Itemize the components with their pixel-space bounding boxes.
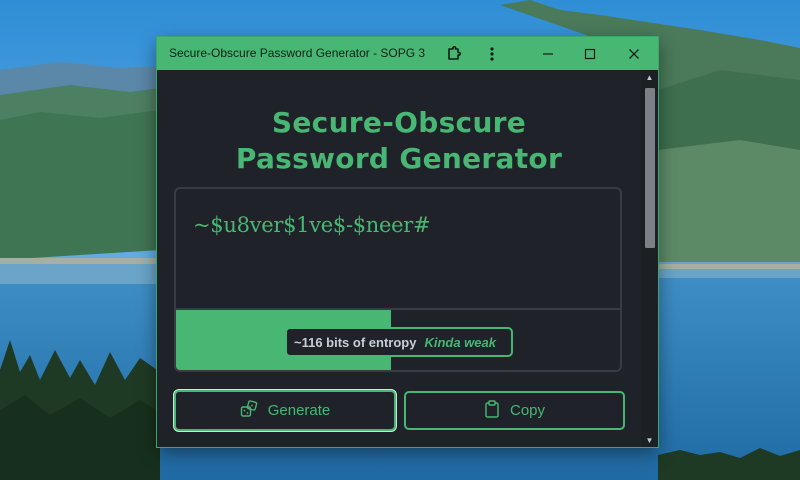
entropy-label: ~116 bits of entropy [294, 334, 417, 350]
scroll-down-arrow-icon[interactable]: ▼ [641, 433, 658, 447]
extension-icon[interactable] [441, 37, 467, 70]
app-title-line2: Password Generator [235, 142, 563, 175]
clipboard-icon [484, 399, 500, 422]
minimize-icon[interactable] [533, 37, 563, 70]
generated-password[interactable]: ~$u8ver$1ve$-$neer# [193, 213, 431, 237]
generate-dice-icon [240, 399, 258, 422]
maximize-icon[interactable] [575, 37, 605, 70]
entropy-badge: ~116 bits of entropy Kinda weak [285, 327, 513, 357]
password-card: ~$u8ver$1ve$-$neer# ~116 bits of entropy… [174, 187, 622, 372]
strength-meter: ~116 bits of entropy Kinda weak [176, 308, 620, 370]
window-title: Secure-Obscure Password Generator - SOPG… [169, 46, 426, 60]
generate-button[interactable]: Generate [174, 390, 396, 431]
app-title-line1: Secure-Obscure [271, 106, 527, 139]
scrollbar-thumb[interactable] [645, 88, 655, 248]
copy-button[interactable]: Copy [404, 391, 625, 430]
kebab-menu-icon[interactable] [479, 37, 505, 70]
app-window: Secure-Obscure Password Generator - SOPG… [157, 37, 658, 447]
scroll-up-arrow-icon[interactable]: ▲ [641, 70, 658, 84]
close-icon[interactable] [619, 37, 649, 70]
app-content: Secure-Obscure Password Generator ~$u8ve… [157, 70, 641, 447]
copy-button-label: Copy [509, 402, 546, 419]
title-bar[interactable]: Secure-Obscure Password Generator - SOPG… [157, 37, 658, 70]
app-title: Secure-Obscure Password Generator [157, 105, 641, 177]
generate-button-label: Generate [267, 402, 331, 419]
strength-rating: Kinda weak [424, 334, 496, 350]
vertical-scrollbar[interactable]: ▲ ▼ [641, 70, 658, 447]
